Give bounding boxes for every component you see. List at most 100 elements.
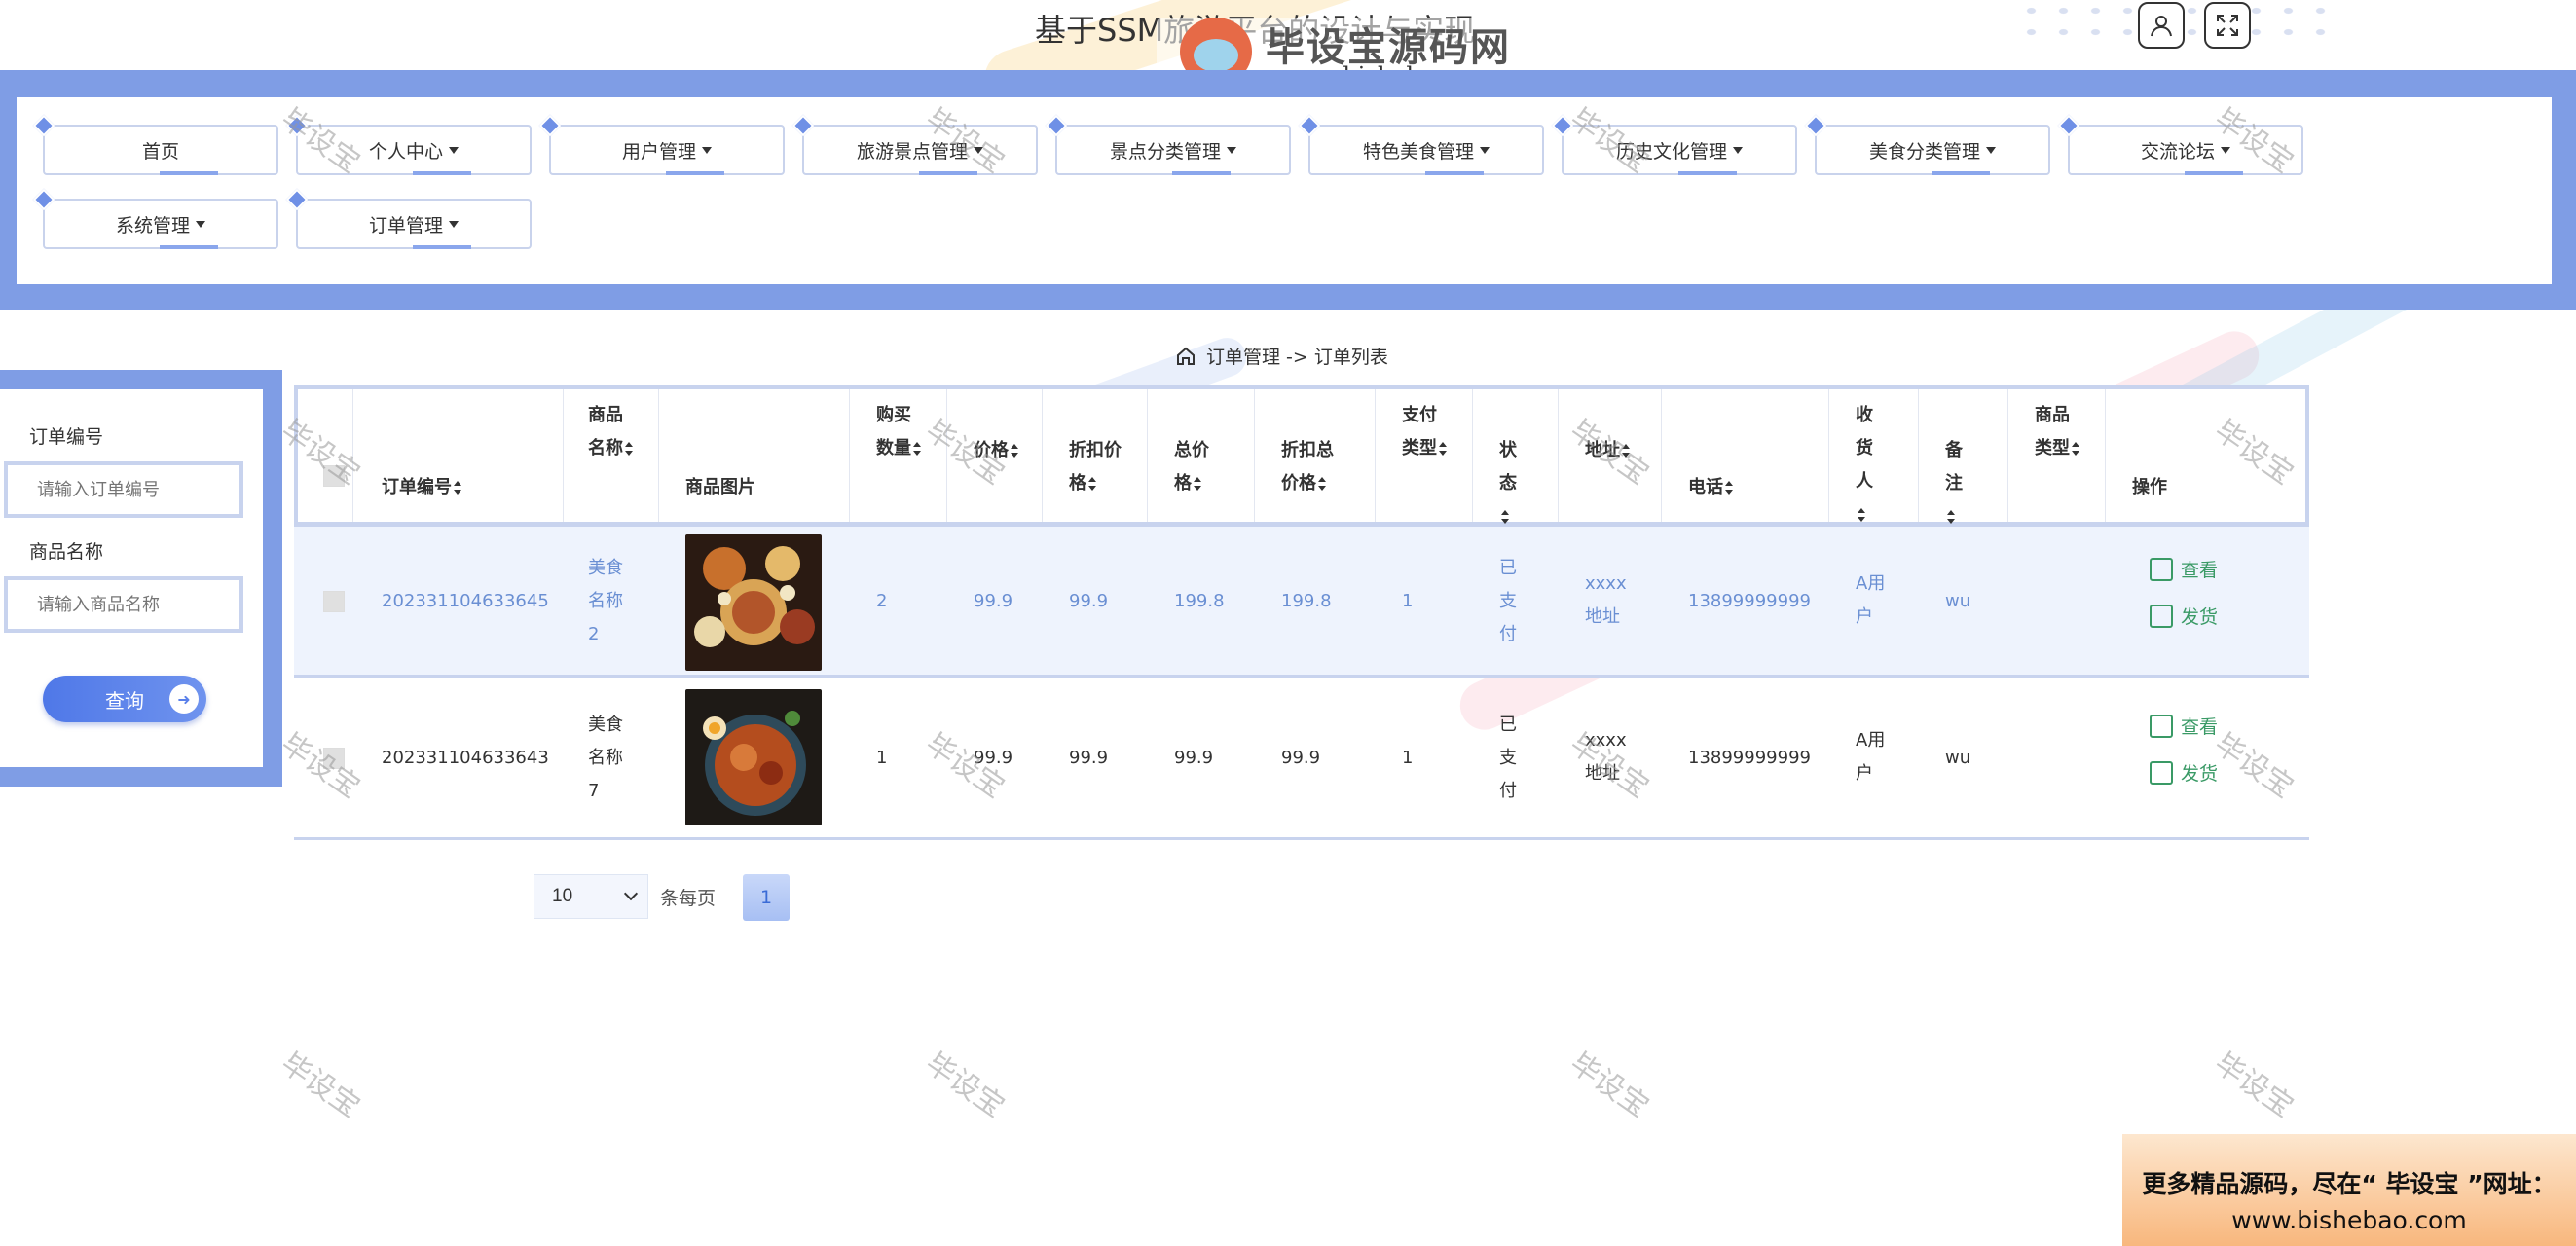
sort-icon: [1439, 442, 1447, 456]
nav-item-9[interactable]: 系统管理: [32, 188, 278, 249]
promo-line-1: 更多精品源码，尽在“ 毕设宝 ”网址：: [2142, 1170, 2557, 1198]
table-row[interactable]: 202331104633645 美食名称2 2 99.9 99.9 199.8 …: [294, 526, 2309, 678]
cell-price: 99.9: [974, 591, 1013, 611]
page-button-1[interactable]: 1: [743, 874, 790, 921]
watermark-text: 毕设宝: [2208, 1045, 2300, 1125]
cell-total-price: 99.9: [1174, 748, 1214, 768]
view-button[interactable]: 查看: [2150, 556, 2218, 582]
cell-pay-type: 1: [1402, 591, 1414, 611]
th-total-price[interactable]: 总价格: [1174, 434, 1219, 500]
per-page-label: 条每页: [660, 888, 717, 909]
sort-icon: [1318, 477, 1326, 491]
fullscreen-icon: [2217, 15, 2238, 36]
cell-address: xxxx地址: [1585, 573, 1627, 627]
edit-icon: [2150, 604, 2173, 628]
ship-button[interactable]: 发货: [2150, 759, 2218, 786]
cell-buy-qty: 2: [876, 591, 888, 611]
promo-banner: 更多精品源码，尽在“ 毕设宝 ”网址： www.bishebao.com: [2122, 1134, 2576, 1246]
cell-discount-total: 99.9: [1281, 748, 1321, 768]
sort-icon: [2072, 442, 2079, 456]
view-icon: [2150, 557, 2173, 581]
order-no-label: 订单编号: [29, 426, 104, 448]
cell-discount-price: 99.9: [1069, 591, 1109, 611]
ship-button[interactable]: 发货: [2150, 603, 2218, 629]
nav-item-label: 订单管理: [368, 214, 443, 237]
th-pay-type[interactable]: 支付类型: [1402, 399, 1447, 465]
th-product-type[interactable]: 商品类型: [2035, 399, 2079, 465]
breadcrumb: 订单管理 -> 订单列表: [1175, 343, 1388, 369]
order-table: 订单编号 商品名称 商品图片 购买数量 价格 折扣价格 总价格 折扣总价格 支付…: [294, 385, 2309, 843]
product-name-label: 商品名称: [29, 541, 104, 563]
caret-down-icon: [1480, 146, 1490, 154]
th-product-name[interactable]: 商品名称: [588, 399, 633, 465]
nav-item-2[interactable]: 用户管理: [538, 114, 785, 175]
sort-icon: [625, 442, 633, 456]
nav-item-label: 美食分类管理: [1868, 140, 1980, 163]
nav-item-4[interactable]: 景点分类管理: [1045, 114, 1291, 175]
cell-status: 已支付: [1499, 715, 1517, 801]
home-icon[interactable]: [1175, 346, 1196, 367]
query-button[interactable]: 查询 ➜: [43, 676, 206, 722]
nav-item-7[interactable]: 美食分类管理: [1804, 114, 2050, 175]
sort-icon: [454, 481, 461, 495]
cell-discount-price: 99.9: [1069, 748, 1109, 768]
fullscreen-button[interactable]: [2204, 2, 2251, 49]
sort-icon: [1947, 510, 1955, 524]
user-button[interactable]: [2138, 2, 2185, 49]
caret-down-icon: [449, 220, 459, 228]
product-name-input[interactable]: [4, 576, 243, 633]
cell-remark: wu: [1945, 591, 1971, 611]
edit-icon: [2150, 760, 2173, 785]
th-status[interactable]: 状态: [1499, 434, 1523, 533]
nav-item-label: 系统管理: [115, 214, 190, 237]
nav-item-label: 个人中心: [368, 140, 443, 163]
arrow-right-icon: ➜: [169, 684, 199, 714]
row-checkbox[interactable]: [323, 591, 345, 612]
nav-item-label: 用户管理: [621, 140, 696, 163]
nav-item-5[interactable]: 特色美食管理: [1298, 114, 1544, 175]
breadcrumb-text: 订单管理 -> 订单列表: [1206, 347, 1388, 368]
caret-down-icon: [702, 146, 712, 154]
th-discount-total[interactable]: 折扣总价格: [1281, 434, 1349, 500]
th-remark[interactable]: 备注: [1945, 434, 1969, 533]
nav-item-10[interactable]: 订单管理: [285, 188, 532, 249]
caret-down-icon: [449, 146, 459, 154]
watermark-text: 毕设宝: [275, 1045, 366, 1125]
page-size-select[interactable]: 10: [534, 874, 648, 919]
query-button-label: 查询: [105, 688, 144, 713]
cell-order-no: 202331104633645: [382, 591, 549, 611]
cell-status: 已支付: [1499, 558, 1517, 644]
caret-down-icon: [196, 220, 205, 228]
table-row[interactable]: 202331104633643 美食名称7 1 99.9 99.9 99.9 9…: [294, 683, 2309, 835]
cell-order-no: 202331104633643: [382, 748, 549, 768]
cell-total-price: 199.8: [1174, 591, 1225, 611]
th-consignee[interactable]: 收货人: [1856, 399, 1879, 531]
watermark-text: 毕设宝: [919, 1045, 1011, 1125]
th-product-image: 商品图片: [685, 477, 755, 497]
sort-icon: [1858, 508, 1865, 522]
cell-product-name: 美食名称2: [588, 558, 623, 644]
th-actions: 操作: [2132, 477, 2167, 497]
sort-icon: [1088, 477, 1096, 491]
product-image: [685, 689, 822, 825]
order-no-input[interactable]: [4, 461, 243, 518]
th-buy-qty[interactable]: 购买数量: [876, 399, 921, 465]
cell-discount-total: 199.8: [1281, 591, 1332, 611]
nav-item-label: 首页: [141, 140, 179, 163]
th-order-no[interactable]: 订单编号: [382, 471, 557, 504]
cell-product-name: 美食名称7: [588, 715, 623, 801]
sort-icon: [1725, 481, 1733, 495]
nav-item-label: 景点分类管理: [1109, 140, 1221, 163]
th-discount-price[interactable]: 折扣价格: [1069, 434, 1137, 500]
nav-item-label: 交流论坛: [2140, 140, 2215, 163]
cell-consignee: A用户: [1856, 730, 1886, 784]
nav-item-0[interactable]: 首页: [32, 114, 278, 175]
th-phone[interactable]: 电话: [1688, 471, 1733, 504]
cell-pay-type: 1: [1402, 748, 1414, 768]
cell-phone: 13899999999: [1688, 748, 1811, 768]
view-button[interactable]: 查看: [2150, 713, 2218, 739]
cell-remark: wu: [1945, 748, 1971, 768]
sort-icon: [1501, 510, 1509, 524]
cell-buy-qty: 1: [876, 748, 888, 768]
table-bottom-rule: [294, 837, 2309, 840]
